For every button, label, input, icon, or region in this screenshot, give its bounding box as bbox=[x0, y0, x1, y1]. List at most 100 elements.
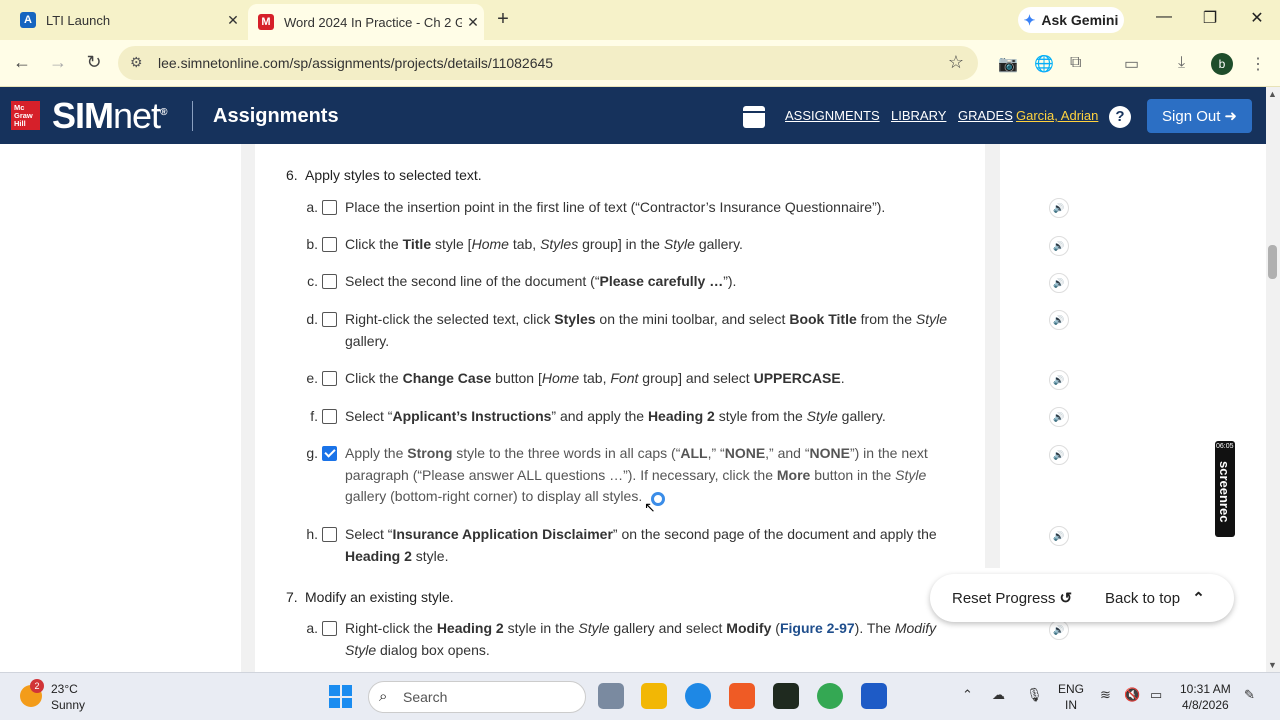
edge-icon[interactable] bbox=[685, 683, 711, 709]
ask-gemini-button[interactable]: ✦ Ask Gemini bbox=[1018, 7, 1124, 33]
menu-icon[interactable]: ⋮ bbox=[1250, 54, 1266, 74]
nav-grades[interactable]: GRADES bbox=[958, 108, 1013, 123]
forward-arrow-icon[interactable]: → bbox=[46, 52, 70, 73]
step-checkbox[interactable] bbox=[322, 200, 337, 215]
page-title: Assignments bbox=[213, 105, 339, 127]
nav-library[interactable]: LIBRARY bbox=[891, 108, 946, 123]
tab-lti-launch[interactable]: A LTI Launch ✕ bbox=[8, 0, 244, 40]
step-checkbox[interactable] bbox=[322, 621, 337, 636]
left-gutter bbox=[241, 144, 255, 672]
simnet-logo[interactable]: SIMnet® bbox=[52, 95, 168, 137]
step-letter: a. bbox=[306, 620, 318, 636]
step-text: Right-click the Heading 2 style in the S… bbox=[345, 620, 937, 658]
minimize-icon[interactable]: — bbox=[1152, 8, 1176, 26]
nav-assignments[interactable]: ASSIGNMENTS bbox=[785, 108, 880, 123]
wifi-icon[interactable]: ≋ bbox=[1100, 687, 1111, 703]
step-checkbox[interactable] bbox=[322, 446, 337, 461]
clock[interactable]: 10:31 AM 4/8/2026 bbox=[1180, 681, 1231, 713]
chrome-icon[interactable] bbox=[817, 683, 843, 709]
clock-date: 4/8/2026 bbox=[1181, 698, 1229, 712]
back-arrow-icon[interactable]: ← bbox=[10, 52, 34, 73]
bookmark-star-icon[interactable]: ☆ bbox=[948, 52, 964, 73]
globe-icon[interactable]: 🌐 bbox=[1034, 54, 1054, 74]
extensions-icon[interactable]: ⧉ bbox=[1070, 54, 1081, 72]
section-number: 7. bbox=[286, 589, 298, 605]
audio-speaker-icon[interactable]: 🔊 bbox=[1049, 620, 1069, 640]
weather-widget[interactable]: 2 23°C Sunny bbox=[18, 679, 118, 715]
show-hidden-icons-icon[interactable]: ⌃ bbox=[962, 687, 973, 703]
right-gutter bbox=[985, 144, 1000, 568]
restore-icon[interactable]: ❐ bbox=[1198, 8, 1222, 28]
tab-word-2024[interactable]: M Word 2024 In Practice - Ch 2 Gu ✕ bbox=[248, 4, 484, 40]
scrollbar-thumb[interactable] bbox=[1268, 245, 1277, 279]
step-checkbox[interactable] bbox=[322, 274, 337, 289]
volume-muted-icon[interactable]: 🔇 bbox=[1124, 687, 1140, 703]
browser-tab-strip: A LTI Launch ✕ M Word 2024 In Practice -… bbox=[0, 0, 1280, 40]
file-explorer-icon[interactable] bbox=[641, 683, 667, 709]
screenrec-widget[interactable]: 06:05 screenrec bbox=[1215, 441, 1235, 537]
task-view-icon[interactable] bbox=[598, 683, 624, 709]
step-checkbox[interactable] bbox=[322, 237, 337, 252]
word-icon[interactable] bbox=[861, 683, 887, 709]
sign-out-icon: ➜ bbox=[1224, 108, 1237, 125]
audio-speaker-icon[interactable]: 🔊 bbox=[1049, 273, 1069, 293]
scroll-down-icon[interactable]: ▼ bbox=[1268, 660, 1277, 670]
pycharm-icon[interactable] bbox=[773, 683, 799, 709]
sign-out-label: Sign Out bbox=[1162, 107, 1221, 125]
site-info-icon[interactable]: ⚙ bbox=[130, 54, 143, 71]
section-number: 6. bbox=[286, 167, 298, 183]
tab-search-icon[interactable]: ▭ bbox=[1124, 54, 1139, 74]
microphone-icon[interactable]: 🎙 bbox=[1026, 687, 1043, 703]
close-window-icon[interactable]: ✕ bbox=[1245, 8, 1269, 28]
gemini-sparkle-icon: ✦ bbox=[1023, 11, 1036, 28]
screenrec-time: 06:05 bbox=[1216, 443, 1234, 450]
double-chevron-up-icon: ⌃ bbox=[1192, 590, 1205, 607]
step-checkbox[interactable] bbox=[322, 371, 337, 386]
user-name-link[interactable]: Garcia, Adrian bbox=[1016, 108, 1098, 123]
audio-speaker-icon[interactable]: 🔊 bbox=[1049, 407, 1069, 427]
tab-title: Word 2024 In Practice - Ch 2 Gu bbox=[284, 14, 462, 30]
reset-progress-button[interactable]: Reset Progress ↺ bbox=[952, 589, 1072, 607]
audio-speaker-icon[interactable]: 🔊 bbox=[1049, 370, 1069, 390]
url-text: lee.simnetonline.com/sp/assignments/proj… bbox=[158, 55, 554, 71]
address-bar[interactable]: ⚙ lee.simnetonline.com/sp/assignments/pr… bbox=[118, 46, 978, 80]
camera-icon[interactable]: 📷 bbox=[998, 54, 1018, 74]
step-text: Click the Title style [Home tab, Styles … bbox=[345, 236, 743, 252]
vertical-scrollbar[interactable] bbox=[1266, 87, 1280, 672]
close-tab-icon[interactable]: ✕ bbox=[462, 14, 484, 31]
onedrive-icon[interactable]: ☁ bbox=[992, 687, 1005, 703]
lti-icon: A bbox=[20, 12, 36, 28]
help-icon[interactable]: ? bbox=[1109, 106, 1131, 128]
windows-start-icon[interactable] bbox=[329, 685, 352, 708]
back-to-top-button[interactable]: Back to top ⌃ bbox=[1105, 589, 1205, 607]
screenrec-label: screenrec bbox=[1217, 461, 1232, 523]
step-checkbox[interactable] bbox=[322, 527, 337, 542]
notifications-icon[interactable]: ✎ bbox=[1244, 687, 1255, 703]
step-letter: g. bbox=[306, 445, 318, 461]
audio-speaker-icon[interactable]: 🔊 bbox=[1049, 310, 1069, 330]
region-code: IN bbox=[1065, 698, 1077, 712]
battery-icon[interactable]: ▭ bbox=[1150, 687, 1162, 703]
audio-speaker-icon[interactable]: 🔊 bbox=[1049, 526, 1069, 546]
step-text: Right-click the selected text, click Sty… bbox=[345, 311, 948, 349]
step-text: Click the Change Case button [Home tab, … bbox=[345, 370, 845, 386]
temperature: 23°C bbox=[51, 682, 78, 696]
profile-avatar[interactable]: b bbox=[1211, 53, 1233, 75]
taskbar-search[interactable]: ⌕ Search bbox=[368, 681, 586, 713]
reload-icon[interactable]: ↻ bbox=[82, 52, 106, 73]
audio-speaker-icon[interactable]: 🔊 bbox=[1049, 445, 1069, 465]
step-checkbox[interactable] bbox=[322, 312, 337, 327]
download-icon[interactable]: ⤓ bbox=[1178, 54, 1185, 72]
close-tab-icon[interactable]: ✕ bbox=[222, 12, 244, 29]
audio-speaker-icon[interactable]: 🔊 bbox=[1049, 236, 1069, 256]
calendar-icon[interactable] bbox=[743, 106, 765, 128]
step-letter: f. bbox=[310, 408, 318, 424]
audio-speaker-icon[interactable]: 🔊 bbox=[1049, 198, 1069, 218]
reset-progress-label: Reset Progress bbox=[952, 590, 1056, 607]
new-tab-button[interactable]: + bbox=[492, 8, 514, 30]
step-checkbox[interactable] bbox=[322, 409, 337, 424]
brave-icon[interactable] bbox=[729, 683, 755, 709]
scroll-up-icon[interactable]: ▲ bbox=[1268, 89, 1277, 99]
language-indicator[interactable]: ENG IN bbox=[1058, 681, 1084, 713]
sign-out-button[interactable]: Sign Out ➜ bbox=[1147, 99, 1252, 133]
